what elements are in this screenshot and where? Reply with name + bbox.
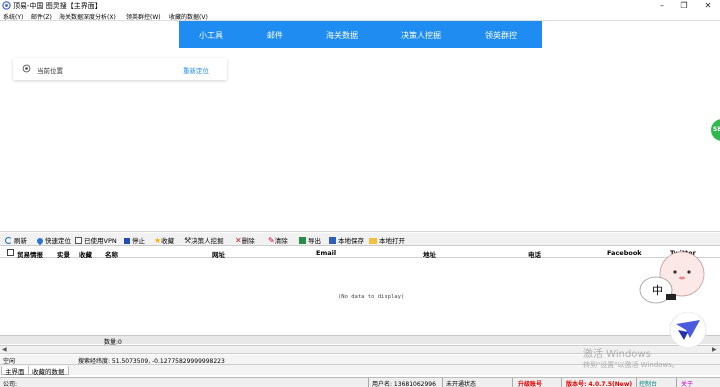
toolbar: 刷新 快速定位 已使用VPN 停止 ★收藏 ⚒决策人挖掘 ✕删除 ✎清除 导出 …: [0, 233, 720, 246]
refresh-button[interactable]: 刷新: [5, 235, 27, 245]
delete-icon: ✕: [235, 236, 242, 245]
mascot-icon[interactable]: 中: [638, 248, 712, 350]
checkbox-icon: [75, 237, 82, 244]
app-logo-icon: [2, 1, 11, 10]
version-label: 版本号: 4.0.7.5(New): [566, 381, 633, 387]
pin-icon: [35, 236, 45, 246]
status-divider: [636, 378, 637, 387]
export-icon: [299, 237, 306, 244]
stop-button[interactable]: 停止: [124, 235, 145, 245]
brush-icon: ✎: [268, 236, 275, 245]
tab-favorites[interactable]: 收藏的数据: [28, 366, 69, 376]
scroll-right-icon[interactable]: ▶: [712, 346, 717, 353]
location-target-icon: [22, 64, 31, 73]
activation-watermark-sub: 转到"设置"以激活 Windows。: [583, 361, 679, 369]
location-card: 当前位置 重新定位: [13, 58, 227, 80]
status-bar: 公司: 用户名: 13681062996 未开通状态 升级账号 版本号: 4.0…: [0, 377, 720, 387]
about-link[interactable]: 关于: [681, 379, 693, 387]
delete-button[interactable]: ✕删除: [235, 235, 255, 245]
favorite-button[interactable]: ★收藏: [154, 235, 174, 245]
stop-icon: [124, 238, 130, 244]
top-nav: 小工具 邮件 海关数据 决策人挖掘 领英群控: [179, 21, 542, 48]
count-row: 数量:0: [0, 335, 720, 346]
clear-button[interactable]: ✎清除: [268, 235, 288, 245]
select-all-checkbox[interactable]: [7, 249, 14, 256]
status-divider: [368, 378, 369, 387]
quick-locate-button[interactable]: 快速定位: [35, 235, 71, 246]
refresh-icon: [5, 237, 12, 244]
side-float-button[interactable]: SE: [711, 119, 720, 141]
nav-decision-maker[interactable]: 决策人挖掘: [401, 30, 441, 41]
status-username: 用户名: 13681062996: [372, 381, 436, 387]
export-button[interactable]: 导出: [299, 235, 321, 245]
location-label: 当前位置: [37, 67, 63, 75]
scroll-left-icon[interactable]: ◀: [2, 346, 7, 353]
upgrade-account-link[interactable]: 升级账号: [518, 379, 542, 387]
mascot-text: 中: [652, 284, 663, 297]
nav-tools[interactable]: 小工具: [199, 30, 223, 41]
status-company: 公司:: [3, 381, 18, 387]
save-icon: [329, 237, 336, 244]
menu-linkedin[interactable]: 领英群控(W): [126, 12, 161, 21]
local-save-button[interactable]: 本地保存: [329, 235, 364, 245]
console-link[interactable]: 控制台: [639, 379, 657, 387]
nav-mail[interactable]: 邮件: [267, 30, 283, 41]
activation-watermark: 激活 Windows: [583, 349, 651, 360]
menu-system[interactable]: 系统(Y): [3, 12, 23, 21]
col-facebook[interactable]: Facebook: [607, 249, 642, 257]
tab-main[interactable]: 主界面: [1, 366, 29, 376]
menu-favorites[interactable]: 收藏的数据(V): [169, 12, 208, 21]
local-open-button[interactable]: 本地打开: [369, 235, 405, 245]
grid-header: 贸易情报 实景 收藏 名称 网址 Email 地址 电话 Facebook Tw…: [0, 247, 720, 259]
title-bar: 顶易-中国 图灵搜【主界面】 – ❐ ✕: [0, 0, 720, 11]
window-title: 顶易-中国 图灵搜【主界面】: [13, 2, 102, 10]
menu-mail[interactable]: 邮件(Z): [31, 12, 52, 21]
nav-customs-data[interactable]: 海关数据: [326, 30, 358, 41]
nav-linkedin[interactable]: 领英群控: [485, 30, 517, 41]
folder-icon: [369, 238, 377, 244]
col-email[interactable]: Email: [316, 249, 336, 257]
status-divider: [442, 378, 443, 387]
main-browser-panel: 小工具 邮件 海关数据 决策人挖掘 领英群控 当前位置 重新定位 SE: [0, 21, 720, 232]
menu-bar: 系统(Y) 邮件(Z) 海关数据深度分析(X) 领英群控(W) 收藏的数据(V): [0, 11, 720, 21]
status-account: 未开通状态: [446, 381, 477, 387]
menu-customs-analysis[interactable]: 海关数据深度分析(X): [59, 12, 116, 21]
close-button[interactable]: ✕: [694, 0, 720, 11]
relocate-button[interactable]: 重新定位: [183, 65, 209, 75]
status-divider: [512, 378, 513, 387]
grid-body: (No data to display): [0, 258, 720, 334]
status-divider: [676, 378, 677, 387]
decision-mining-button[interactable]: ⚒决策人挖掘: [184, 235, 224, 245]
empty-grid-message: (No data to display): [338, 294, 405, 300]
status-divider: [561, 378, 562, 387]
vpn-checkbox[interactable]: 已使用VPN: [75, 235, 117, 245]
